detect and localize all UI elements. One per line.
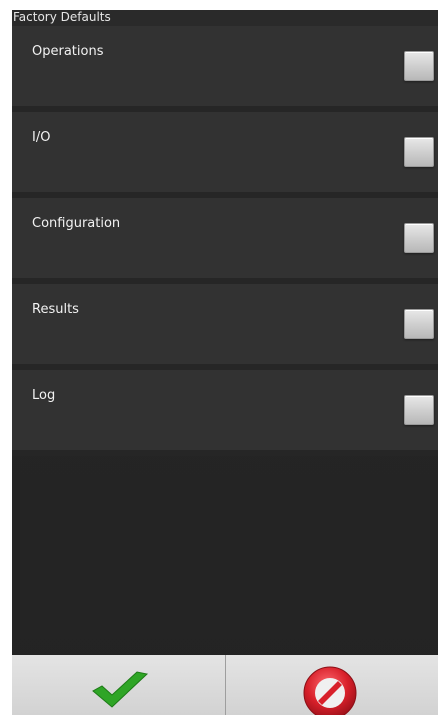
option-row-io[interactable]: I/O [12, 112, 438, 198]
cancel-button[interactable] [225, 655, 438, 715]
confirm-button[interactable] [12, 655, 226, 715]
option-row-configuration[interactable]: Configuration [12, 198, 438, 284]
option-row-operations[interactable]: Operations [12, 26, 438, 112]
option-row-results[interactable]: Results [12, 284, 438, 370]
option-label: Operations [32, 44, 104, 59]
option-row-log[interactable]: Log [12, 370, 438, 456]
results-checkbox[interactable] [404, 309, 434, 339]
operations-checkbox[interactable] [404, 51, 434, 81]
factory-defaults-dialog: Factory Defaults Operations I/O Configur… [12, 10, 438, 715]
option-label: Configuration [32, 216, 121, 231]
cancel-icon [303, 666, 356, 715]
log-checkbox[interactable] [404, 395, 434, 425]
io-checkbox[interactable] [404, 137, 434, 167]
options-list: Operations I/O Configuration Results Log [12, 26, 438, 456]
footer-bar [12, 655, 438, 715]
option-label: Log [32, 388, 56, 403]
option-label: I/O [32, 130, 51, 145]
option-label: Results [32, 302, 79, 317]
configuration-checkbox[interactable] [404, 223, 434, 253]
checkmark-icon [92, 671, 149, 708]
dialog-title: Factory Defaults [13, 10, 111, 24]
